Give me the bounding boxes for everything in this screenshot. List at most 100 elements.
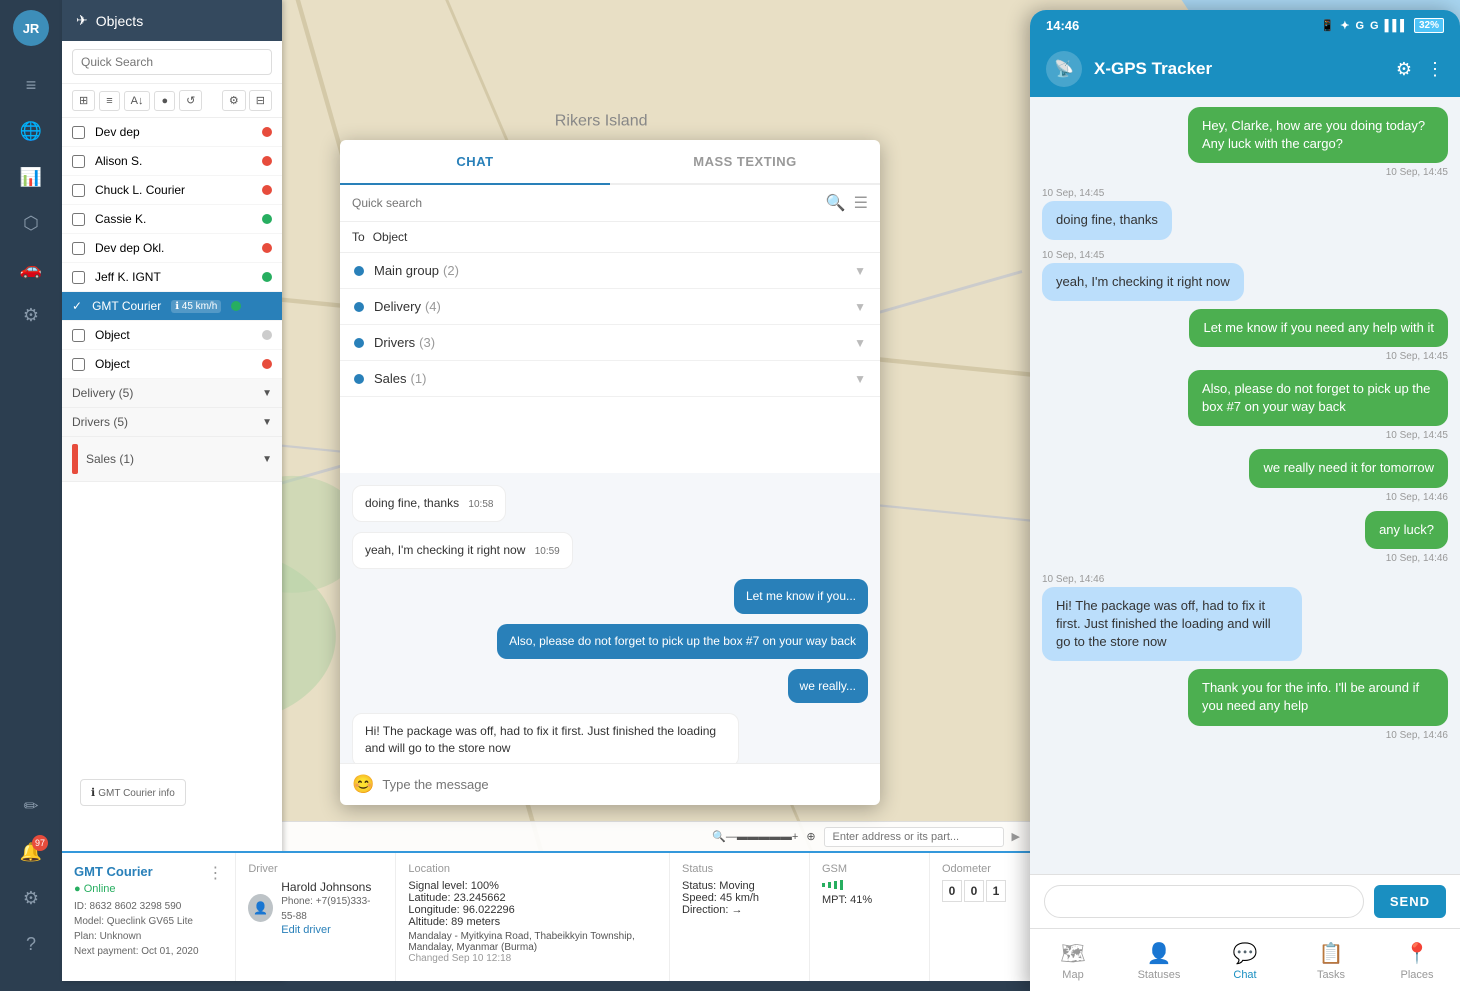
chat-messages: doing fine, thanks 10:58 yeah, I'm check…	[340, 473, 880, 763]
driver-edit-link[interactable]: Edit driver	[281, 924, 383, 936]
signal-bars	[822, 880, 917, 890]
toolbar-columns-btn[interactable]: ⊟	[249, 90, 272, 111]
screen-icon: 📱	[1321, 19, 1335, 32]
phone-message-input[interactable]	[1044, 885, 1364, 918]
plus-icon[interactable]: ⊕	[806, 830, 815, 843]
user-avatar[interactable]: JR	[13, 10, 49, 46]
group-item-sales[interactable]: Sales (1) ▼	[62, 437, 282, 482]
nav-item-statuses[interactable]: 👤 Statuses	[1116, 937, 1202, 985]
emoji-button[interactable]: 😊	[352, 774, 374, 795]
object-item-devdep[interactable]: Dev dep	[62, 118, 282, 147]
group-row-drivers[interactable]: Drivers (3) ▼	[340, 325, 880, 361]
search-btn[interactable]: ▶	[1012, 830, 1020, 843]
direction-value: Direction: →	[682, 904, 797, 916]
phone-time: 14:46	[1046, 18, 1079, 33]
address-search-input[interactable]	[824, 827, 1004, 847]
object-name: Cassie K.	[95, 212, 146, 226]
object-checkbox[interactable]	[72, 358, 85, 371]
message-timestamp: 10 Sep, 14:45	[1042, 250, 1104, 261]
object-status-dot	[262, 156, 272, 166]
changed-time: Changed Sep 10 12:18	[408, 953, 657, 964]
message-bubble: Let me know if you...	[734, 579, 868, 614]
object-checkbox[interactable]	[72, 155, 85, 168]
odo-digit-2: 0	[964, 880, 984, 902]
sidebar-icon-notifications[interactable]: 🔔 97	[12, 833, 50, 871]
sidebar-icon-edit[interactable]: ✏	[12, 787, 50, 825]
odo-display: 0 0 1	[942, 880, 1018, 902]
tab-chat[interactable]: CHAT	[340, 140, 610, 185]
nav-item-chat[interactable]: 💬 Chat	[1202, 937, 1288, 985]
toolbar-grid-btn[interactable]: ⊞	[72, 90, 95, 111]
nav-label-chat: Chat	[1233, 969, 1256, 981]
object-item-gmt[interactable]: ✓ GMT Courier ℹ 45 km/h	[62, 292, 282, 321]
search-icon[interactable]: 🔍	[826, 193, 846, 213]
nav-item-map[interactable]: 🗺 Map	[1030, 937, 1116, 985]
object-checkbox[interactable]	[72, 184, 85, 197]
more-icon[interactable]: ⋮	[1426, 59, 1444, 80]
toolbar-list-btn[interactable]: ≡	[99, 91, 119, 111]
group-item-drivers[interactable]: Drivers (5) ▼	[62, 408, 282, 437]
tab-mass-texting[interactable]: MASS TEXTING	[610, 140, 880, 183]
vehicle-menu-icon[interactable]: ⋮	[207, 863, 223, 883]
toolbar-refresh-btn[interactable]: ↺	[179, 90, 202, 111]
group-expand-icon: ▼	[262, 388, 272, 399]
sidebar-icon-settings[interactable]: ⚙	[12, 879, 50, 917]
object-item-cassie[interactable]: Cassie K.	[62, 205, 282, 234]
sidebar-icon-reports[interactable]: 📊	[12, 158, 50, 196]
nav-item-tasks[interactable]: 📋 Tasks	[1288, 937, 1374, 985]
object-item-devokl[interactable]: Dev dep Okl.	[62, 234, 282, 263]
driver-row: 👤 Harold Johnsons Phone: +7(915)333-55-8…	[248, 880, 383, 936]
nav-item-places[interactable]: 📍 Places	[1374, 937, 1460, 985]
send-button[interactable]: SEND	[1374, 885, 1446, 918]
object-name: Object	[95, 357, 130, 371]
object-checkbox[interactable]	[72, 242, 85, 255]
object-item-chuck[interactable]: Chuck L. Courier	[62, 176, 282, 205]
sidebar-icon-geofences[interactable]: ⬡	[12, 204, 50, 242]
message-text: we really need it for tomorrow	[1263, 460, 1434, 475]
info-text: GMT Courier info	[98, 788, 175, 799]
object-item-obj2[interactable]: Object	[62, 350, 282, 379]
group-row-sales[interactable]: Sales (1) ▼	[340, 361, 880, 397]
toolbar-filter2-btn[interactable]: ⚙	[222, 90, 246, 111]
chat-message-input[interactable]	[382, 777, 868, 792]
object-name: GMT Courier	[92, 299, 161, 313]
object-item-alison[interactable]: Alison S.	[62, 147, 282, 176]
objects-list: Dev dep Alison S. Chuck L. Courier Cassi…	[62, 118, 282, 938]
gear-icon[interactable]: ⚙	[1396, 59, 1412, 80]
message-time: 10:58	[468, 499, 493, 510]
signal-strength: ▌▌▌	[1385, 20, 1408, 32]
driver-info: Driver 👤 Harold Johnsons Phone: +7(915)3…	[236, 853, 396, 981]
toolbar-filter-btn[interactable]: A↓	[124, 91, 151, 111]
chat-search-input[interactable]	[352, 196, 818, 210]
sidebar-icon-objects[interactable]: 🚗	[12, 250, 50, 288]
object-item-obj1[interactable]: Object	[62, 321, 282, 350]
group-row-main[interactable]: Main group (2) ▼	[340, 253, 880, 289]
chevron-down-icon: ▼	[854, 264, 866, 278]
object-checkbox[interactable]	[72, 329, 85, 342]
group-item-delivery[interactable]: Delivery (5) ▼	[62, 379, 282, 408]
message-timestamp: 10 Sep, 14:45	[1386, 351, 1448, 362]
object-checkbox[interactable]	[72, 271, 85, 284]
objects-search-input[interactable]	[72, 49, 272, 75]
object-checkbox[interactable]	[72, 126, 85, 139]
group-name: Sales	[374, 371, 407, 386]
list-icon[interactable]: ☰	[854, 193, 868, 213]
sidebar-icon-map[interactable]: 🌐	[12, 112, 50, 150]
sidebar-icon-plugins[interactable]: ⚙	[12, 296, 50, 334]
toolbar-dot-btn[interactable]: ●	[154, 91, 175, 111]
sidebar-icon-help[interactable]: ?	[12, 925, 50, 963]
object-status-dot	[262, 272, 272, 282]
sidebar-icon-menu[interactable]: ≡	[12, 66, 50, 104]
notification-badge: 97	[32, 835, 48, 851]
message-text: Also, please do not forget to pick up th…	[1202, 381, 1430, 414]
group-row-delivery[interactable]: Delivery (4) ▼	[340, 289, 880, 325]
object-item-jeff[interactable]: Jeff K. IGNT	[62, 263, 282, 292]
status-icons: 📱 ✦ G G ▌▌▌ 32%	[1321, 18, 1444, 33]
altitude: Altitude: 89 meters	[408, 916, 657, 928]
zoom-control[interactable]: 🔍—▬▬▬▬▬+	[712, 830, 798, 843]
message-row: doing fine, thanks 10:58	[352, 485, 868, 522]
location-info: Location Signal level: 100% Latitude: 23…	[396, 853, 670, 981]
object-speed-badge: ℹ 45 km/h	[171, 300, 221, 313]
object-checkbox[interactable]	[72, 213, 85, 226]
phone-message-9: Thank you for the info. I'll be around i…	[1042, 669, 1448, 740]
